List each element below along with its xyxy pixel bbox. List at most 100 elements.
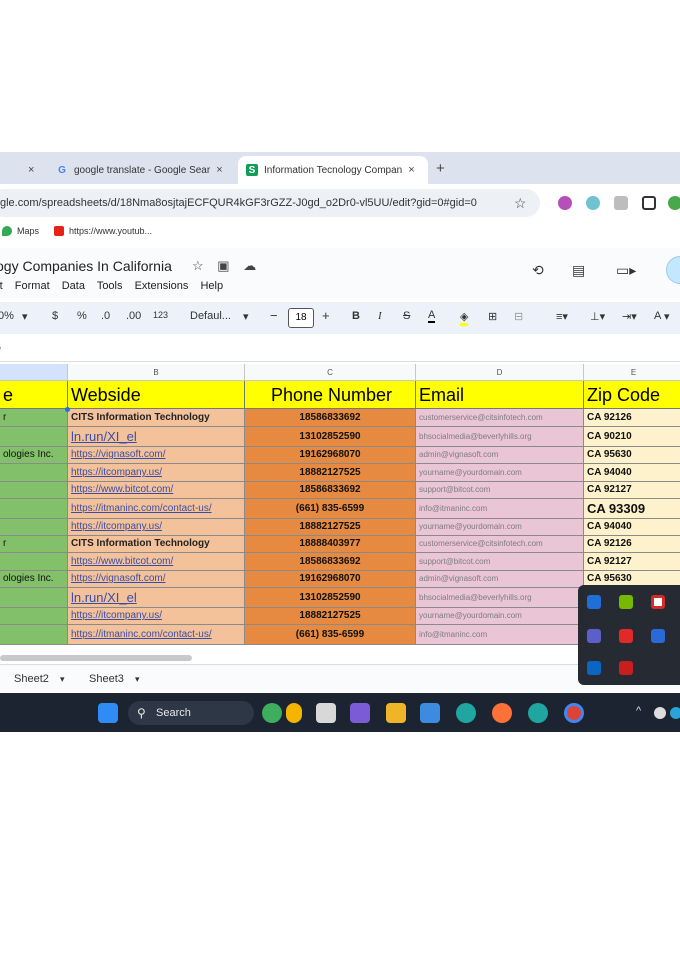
menu-help[interactable]: Help: [200, 280, 223, 292]
cell-phone[interactable]: 19162968070: [245, 447, 416, 464]
cell-phone[interactable]: (661) 835-6599: [245, 499, 416, 519]
sheet-tab-sheet3[interactable]: Sheet3 ▾: [89, 673, 139, 685]
network-icon[interactable]: [654, 707, 666, 719]
cell-email[interactable]: yourname@yourdomain.com: [416, 608, 584, 625]
cell-name[interactable]: [0, 553, 68, 571]
cell-phone[interactable]: 13102852590: [245, 427, 416, 447]
taskbar-search[interactable]: ⚲ Search: [128, 701, 254, 725]
cell-name[interactable]: [0, 625, 68, 645]
close-icon[interactable]: ×: [216, 164, 222, 176]
cell-email[interactable]: support@bitcot.com: [416, 553, 584, 571]
fill-color-icon[interactable]: ◈: [460, 310, 469, 326]
cell-zip[interactable]: CA 93309: [584, 499, 680, 519]
history-icon[interactable]: ⟲: [532, 262, 544, 279]
cell-name[interactable]: [0, 588, 68, 608]
cell-email[interactable]: customerservice@citsinfotech.com: [416, 409, 584, 427]
header-cell-name[interactable]: e: [0, 381, 68, 409]
number-format-button[interactable]: 123: [153, 310, 168, 320]
selection-handle[interactable]: [65, 407, 70, 412]
cell-website[interactable]: CITS Information Technology: [68, 536, 245, 553]
text-color-button[interactable]: A: [428, 310, 436, 323]
cell-website[interactable]: https://vignasoft.com/: [68, 571, 245, 588]
store-icon[interactable]: [420, 703, 440, 723]
cell-name[interactable]: [0, 499, 68, 519]
comments-icon[interactable]: ▤: [572, 262, 585, 279]
header-cell-zip[interactable]: Zip Code: [584, 381, 680, 409]
tab-information-technology[interactable]: S Information Tecnology Compan ×: [238, 156, 428, 184]
cell-name[interactable]: [0, 482, 68, 499]
firefox-icon[interactable]: [492, 703, 512, 723]
header-cell-webside[interactable]: Webside: [68, 381, 245, 409]
align-horizontal-icon[interactable]: ≡▾: [556, 310, 568, 323]
align-vertical-icon[interactable]: ⊥▾: [590, 310, 605, 323]
linkedin-icon[interactable]: [587, 661, 601, 675]
widgets-icon[interactable]: [262, 703, 282, 723]
cell-email[interactable]: support@bitcot.com: [416, 482, 584, 499]
menu-extensions[interactable]: Extensions: [135, 280, 189, 292]
edge-icon[interactable]: [587, 595, 601, 609]
cell-email[interactable]: yourname@yourdomain.com: [416, 519, 584, 536]
cell-name[interactable]: ologies Inc.: [0, 571, 68, 588]
merge-cells-icon[interactable]: ⊟: [514, 310, 523, 323]
extension-icon[interactable]: [586, 196, 600, 210]
cell-zip[interactable]: CA 94040: [584, 464, 680, 482]
menu-format[interactable]: Format: [15, 280, 50, 292]
borders-icon[interactable]: ⊞: [488, 310, 497, 323]
menu-data[interactable]: Data: [62, 280, 85, 292]
cell-name[interactable]: ologies Inc.: [0, 447, 68, 464]
nvidia-icon[interactable]: [619, 595, 633, 609]
cell-email[interactable]: admin@vignasoft.com: [416, 447, 584, 464]
cell-website[interactable]: https://www.bitcot.com/: [68, 482, 245, 499]
share-button[interactable]: [666, 256, 680, 284]
cell-website[interactable]: CITS Information Technology: [68, 409, 245, 427]
horizontal-scrollbar[interactable]: [0, 655, 192, 661]
acrobat-icon[interactable]: [651, 595, 665, 609]
column-header-a[interactable]: [0, 364, 68, 381]
move-folder-icon[interactable]: ▣: [217, 258, 229, 273]
extension-icon[interactable]: [558, 196, 572, 210]
cell-name[interactable]: r: [0, 409, 68, 427]
column-header-e[interactable]: E: [584, 364, 680, 381]
cell-website[interactable]: https://itcompany.us/: [68, 608, 245, 625]
menu-insert[interactable]: rt: [0, 280, 3, 292]
cell-email[interactable]: bhsocialmedia@beverlyhills.org: [416, 588, 584, 608]
zoom-select[interactable]: 0%: [0, 310, 14, 322]
chevron-down-icon[interactable]: ▾: [60, 674, 65, 684]
file-explorer-icon[interactable]: [386, 703, 406, 723]
cell-email[interactable]: admin@vignasoft.com: [416, 571, 584, 588]
cell-email[interactable]: bhsocialmedia@beverlyhills.org: [416, 427, 584, 447]
cell-phone[interactable]: 19162968070: [245, 571, 416, 588]
decrease-decimal-button[interactable]: .0: [101, 310, 110, 322]
cell-website[interactable]: https://www.bitcot.com/: [68, 553, 245, 571]
bookmark-maps[interactable]: Maps: [2, 226, 39, 236]
column-header-d[interactable]: D: [416, 364, 584, 381]
info-icon[interactable]: [651, 629, 665, 643]
windows-start-icon[interactable]: [98, 703, 118, 723]
chrome-icon[interactable]: [564, 703, 584, 723]
cell-name[interactable]: [0, 427, 68, 447]
bold-button[interactable]: B: [352, 310, 360, 322]
text-rotation-button[interactable]: A: [654, 310, 661, 322]
document-title[interactable]: ogy Companies In California: [0, 258, 172, 274]
cell-phone[interactable]: 13102852590: [245, 588, 416, 608]
chevron-down-icon[interactable]: ▾: [135, 674, 140, 684]
url-input[interactable]: gle.com/spreadsheets/d/18Nma8osjtajECFQU…: [0, 189, 540, 217]
cell-email[interactable]: customerservice@citsinfotech.com: [416, 536, 584, 553]
menu-tools[interactable]: Tools: [97, 280, 123, 292]
pdf-icon[interactable]: [619, 661, 633, 675]
teams-icon[interactable]: [587, 629, 601, 643]
cell-website[interactable]: https://itcompany.us/: [68, 464, 245, 482]
font-size-decrease-button[interactable]: −: [270, 308, 278, 323]
extension-icon[interactable]: [614, 196, 628, 210]
extension-icon[interactable]: [642, 196, 656, 210]
cell-phone[interactable]: 18586833692: [245, 553, 416, 571]
column-header-c[interactable]: C: [245, 364, 416, 381]
cell-phone[interactable]: 18882127525: [245, 519, 416, 536]
tab-google-translate[interactable]: G google translate - Google Sear ×: [48, 156, 236, 184]
italic-button[interactable]: I: [378, 310, 382, 322]
font-select[interactable]: Defaul...: [190, 310, 231, 322]
cell-zip[interactable]: CA 92127: [584, 553, 680, 571]
meet-icon[interactable]: ▭▸: [616, 262, 636, 279]
cell-phone[interactable]: 18882127525: [245, 608, 416, 625]
cell-name[interactable]: r: [0, 536, 68, 553]
